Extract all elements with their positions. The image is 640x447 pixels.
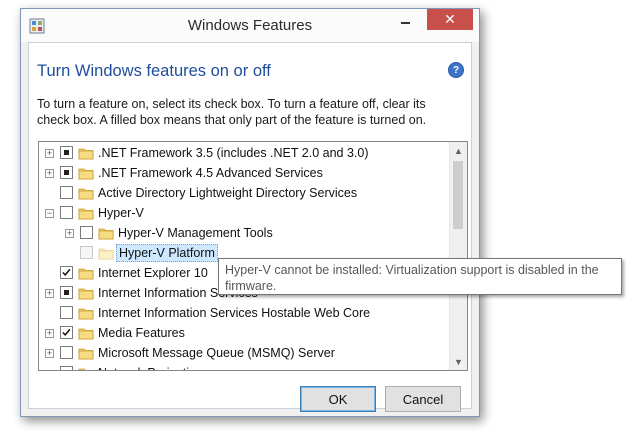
folder-icon <box>78 166 94 180</box>
feature-checkbox[interactable] <box>80 226 93 239</box>
feature-row[interactable]: Network Projection <box>39 364 443 370</box>
feature-row[interactable]: Active Directory Lightweight Directory S… <box>39 184 443 204</box>
title-bar[interactable]: Windows Features ✕ <box>21 9 479 42</box>
folder-icon <box>78 306 94 320</box>
feature-checkbox[interactable] <box>60 286 73 299</box>
ok-button[interactable]: OK <box>300 386 376 412</box>
feature-label[interactable]: Hyper-V <box>98 205 144 221</box>
feature-label[interactable]: Network Projection <box>98 365 203 370</box>
folder-icon <box>78 346 94 360</box>
expand-icon[interactable]: + <box>45 169 54 178</box>
feature-row[interactable]: + .NET Framework 4.5 Advanced Services <box>39 164 443 184</box>
feature-row[interactable]: − Hyper-V <box>39 204 443 224</box>
expand-icon[interactable]: + <box>45 349 54 358</box>
help-icon[interactable]: ? <box>448 62 464 78</box>
cancel-button[interactable]: Cancel <box>385 386 461 412</box>
feature-label[interactable]: Hyper-V Management Tools <box>118 225 273 241</box>
folder-icon <box>78 266 94 280</box>
close-button[interactable]: ✕ <box>427 9 473 30</box>
folder-icon <box>78 326 94 340</box>
scroll-up-button[interactable]: ▲ <box>450 142 467 159</box>
collapse-icon[interactable]: − <box>45 209 54 218</box>
feature-checkbox <box>80 246 93 259</box>
feature-row[interactable]: + Media Features <box>39 324 443 344</box>
windows-features-dialog: Windows Features ✕ Turn Windows features… <box>20 8 480 417</box>
folder-icon <box>78 146 94 160</box>
folder-icon <box>78 286 94 300</box>
hyper-v-platform-tooltip: Hyper-V cannot be installed: Virtualizat… <box>218 258 622 295</box>
folder-icon <box>98 246 114 260</box>
scroll-thumb[interactable] <box>453 161 463 229</box>
feature-tree[interactable]: + .NET Framework 3.5 (includes .NET 2.0 a… <box>38 141 468 371</box>
feature-checkbox[interactable] <box>60 326 73 339</box>
feature-checkbox[interactable] <box>60 366 73 370</box>
minimize-icon <box>400 21 410 24</box>
folder-icon <box>78 366 94 370</box>
close-icon: ✕ <box>444 11 456 27</box>
vertical-scrollbar[interactable]: ▲ ▼ <box>449 142 467 370</box>
feature-row[interactable]: + .NET Framework 3.5 (includes .NET 2.0 a… <box>39 144 443 164</box>
folder-icon <box>78 186 94 200</box>
minimize-button[interactable] <box>391 9 419 30</box>
feature-label[interactable]: Internet Information Services Hostable W… <box>98 305 370 321</box>
feature-checkbox[interactable] <box>60 346 73 359</box>
feature-checkbox[interactable] <box>60 186 73 199</box>
expand-icon[interactable]: + <box>45 149 54 158</box>
feature-label[interactable]: Microsoft Message Queue (MSMQ) Server <box>98 345 335 361</box>
feature-label[interactable]: .NET Framework 3.5 (includes .NET 2.0 an… <box>98 145 368 161</box>
expand-icon[interactable]: + <box>45 329 54 338</box>
feature-row[interactable]: + Hyper-V Management Tools <box>39 224 443 244</box>
page-title: Turn Windows features on or off <box>37 62 271 80</box>
feature-row[interactable]: Internet Information Services Hostable W… <box>39 304 443 324</box>
scroll-down-button[interactable]: ▼ <box>450 353 467 370</box>
feature-label[interactable]: Media Features <box>98 325 185 341</box>
feature-checkbox[interactable] <box>60 266 73 279</box>
feature-checkbox[interactable] <box>60 146 73 159</box>
feature-label[interactable]: .NET Framework 4.5 Advanced Services <box>98 165 323 181</box>
instructions-text: To turn a feature on, select its check b… <box>37 97 427 127</box>
expand-icon[interactable]: + <box>45 289 54 298</box>
feature-label[interactable]: Active Directory Lightweight Directory S… <box>98 185 357 201</box>
feature-row[interactable]: + Microsoft Message Queue (MSMQ) Server <box>39 344 443 364</box>
feature-label[interactable]: Internet Explorer 10 <box>98 265 208 281</box>
folder-icon <box>98 226 114 240</box>
folder-icon <box>78 206 94 220</box>
dialog-content: Turn Windows features on or off ? To tur… <box>28 42 472 412</box>
feature-checkbox[interactable] <box>60 306 73 319</box>
feature-checkbox[interactable] <box>60 166 73 179</box>
feature-label[interactable]: Hyper-V Platform <box>116 244 218 262</box>
feature-checkbox[interactable] <box>60 206 73 219</box>
expand-icon[interactable]: + <box>65 229 74 238</box>
